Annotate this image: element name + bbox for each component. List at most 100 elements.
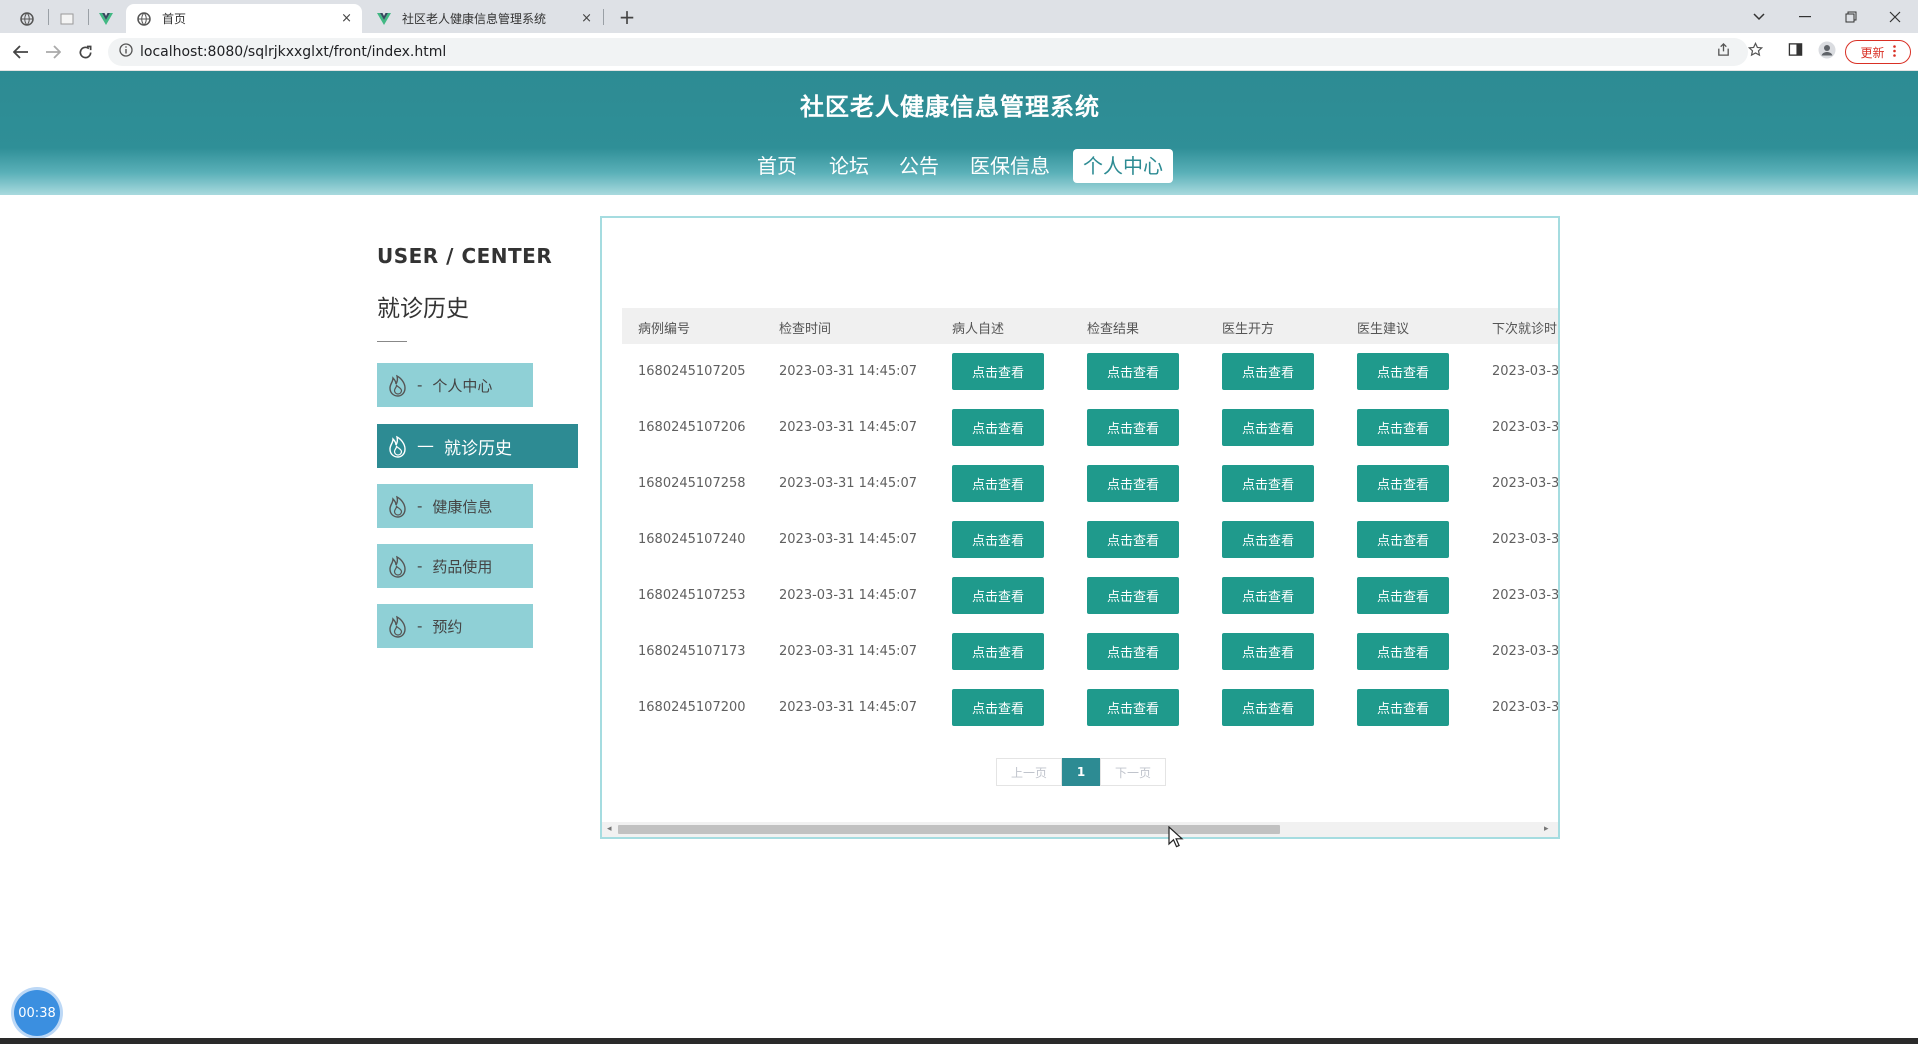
view-exam-result-button[interactable]: 点击查看 — [1087, 633, 1179, 670]
side-panel-icon[interactable] — [1788, 42, 1803, 61]
sidebar-item-health-info[interactable]: - 健康信息 — [377, 484, 533, 528]
share-icon[interactable] — [1716, 42, 1731, 61]
vue-logo-icon[interactable] — [89, 4, 123, 33]
view-patient-statement-button[interactable]: 点击查看 — [952, 465, 1044, 502]
nav-announcements[interactable]: 公告 — [894, 149, 944, 183]
sidebar-item-label: 就诊历史 — [444, 438, 512, 459]
sidebar-item-appointment[interactable]: - 预约 — [377, 604, 533, 648]
flame-icon — [389, 495, 406, 518]
view-prescription-button[interactable]: 点击查看 — [1222, 465, 1314, 502]
table-row: 1680245107258 2023-03-31 14:45:07 点击查看 点击查看… — [622, 456, 1560, 512]
column-header-exam-result: 检查结果 — [1087, 322, 1140, 337]
nav-medical-insurance[interactable]: 医保信息 — [966, 149, 1054, 183]
update-label: 更新 — [1860, 45, 1885, 60]
view-doctor-advice-button[interactable]: 点击查看 — [1357, 465, 1449, 502]
view-patient-statement-button[interactable]: 点击查看 — [952, 353, 1044, 390]
forward-arrow-icon[interactable] — [40, 39, 66, 65]
url-bar[interactable]: localhost:8080/sqlrjkxxglxt/front/index.… — [108, 38, 1748, 66]
nav-home[interactable]: 首页 — [752, 149, 802, 183]
pagination: 上一页 1 下一页 — [996, 758, 1166, 788]
globe-icon[interactable] — [10, 4, 44, 33]
reload-icon[interactable] — [72, 39, 98, 65]
scroll-right-arrow-icon[interactable]: ▸ — [1544, 824, 1549, 834]
view-exam-result-button[interactable]: 点击查看 — [1087, 689, 1179, 726]
globe-icon — [136, 11, 152, 27]
address-bar-row: localhost:8080/sqlrjkxxglxt/front/index.… — [0, 33, 1918, 71]
view-patient-statement-button[interactable]: 点击查看 — [952, 409, 1044, 446]
view-prescription-button[interactable]: 点击查看 — [1222, 409, 1314, 446]
view-prescription-button[interactable]: 点击查看 — [1222, 353, 1314, 390]
sidebar-item-medicine-usage[interactable]: - 药品使用 — [377, 544, 533, 588]
sidebar-item-personal-center[interactable]: - 个人中心 — [377, 363, 533, 407]
tab-title: 首页 — [162, 12, 187, 26]
new-tab-button[interactable]: + — [614, 4, 640, 30]
next-visit-cell: 2023-03-31 — [1492, 700, 1560, 715]
tab-home[interactable]: 首页 × — [126, 4, 362, 33]
sidebar-item-label: 药品使用 — [432, 557, 493, 576]
sidebar-item-label: 健康信息 — [432, 497, 493, 516]
view-doctor-advice-button[interactable]: 点击查看 — [1357, 689, 1449, 726]
view-exam-result-button[interactable]: 点击查看 — [1087, 521, 1179, 558]
view-patient-statement-button[interactable]: 点击查看 — [952, 633, 1044, 670]
update-button[interactable]: 更新 — [1845, 40, 1911, 64]
site-title: 社区老人健康信息管理系统 — [800, 93, 1100, 121]
profile-avatar-icon[interactable] — [1818, 41, 1836, 63]
view-doctor-advice-button[interactable]: 点击查看 — [1357, 353, 1449, 390]
next-visit-cell: 2023-03-31 — [1492, 644, 1560, 659]
view-doctor-advice-button[interactable]: 点击查看 — [1357, 409, 1449, 446]
mouse-cursor-icon — [1168, 826, 1184, 848]
table-row: 1680245107200 2023-03-31 14:45:07 点击查看 点击查看… — [622, 680, 1560, 736]
tab-title: 社区老人健康信息管理系统 — [402, 12, 547, 26]
exam-time-cell: 2023-03-31 14:45:07 — [779, 420, 918, 435]
prev-page-button[interactable]: 上一页 — [996, 758, 1062, 786]
section-title: 就诊历史 — [377, 296, 469, 322]
restore-icon[interactable] — [1828, 0, 1874, 33]
back-arrow-icon[interactable] — [8, 39, 34, 65]
view-patient-statement-button[interactable]: 点击查看 — [952, 689, 1044, 726]
horizontal-scrollbar[interactable]: ◂ ▸ — [602, 822, 1558, 837]
view-prescription-button[interactable]: 点击查看 — [1222, 577, 1314, 614]
column-header-case-id: 病例编号 — [638, 322, 691, 337]
view-prescription-button[interactable]: 点击查看 — [1222, 633, 1314, 670]
minimize-icon[interactable] — [1782, 0, 1828, 33]
nav-personal-center[interactable]: 个人中心 — [1073, 149, 1173, 183]
nav-forum[interactable]: 论坛 — [824, 149, 874, 183]
view-patient-statement-button[interactable]: 点击查看 — [952, 521, 1044, 558]
column-header-exam-time: 检查时间 — [779, 322, 832, 337]
view-doctor-advice-button[interactable]: 点击查看 — [1357, 521, 1449, 558]
tab-system[interactable]: 社区老人健康信息管理系统 × — [366, 4, 602, 33]
close-window-icon[interactable] — [1872, 0, 1918, 33]
sidebar-item-visit-history[interactable]: — 就诊历史 — [377, 424, 578, 468]
url-text[interactable]: localhost:8080/sqlrjkxxglxt/front/index.… — [140, 44, 446, 60]
view-exam-result-button[interactable]: 点击查看 — [1087, 409, 1179, 446]
view-exam-result-button[interactable]: 点击查看 — [1087, 577, 1179, 614]
site-info-icon[interactable] — [112, 43, 140, 61]
case-id-cell: 1680245107206 — [638, 420, 746, 435]
recording-timer[interactable]: 00:38 — [14, 990, 60, 1036]
view-patient-statement-button[interactable]: 点击查看 — [952, 577, 1044, 614]
item-dash: - — [417, 497, 423, 515]
view-exam-result-button[interactable]: 点击查看 — [1087, 353, 1179, 390]
tab-search-icon[interactable] — [1736, 0, 1782, 33]
close-tab-icon[interactable]: × — [581, 11, 592, 26]
next-page-button[interactable]: 下一页 — [1100, 758, 1166, 786]
close-tab-icon[interactable]: × — [341, 11, 352, 26]
view-exam-result-button[interactable]: 点击查看 — [1087, 465, 1179, 502]
bookmark-star-icon[interactable] — [1747, 41, 1764, 61]
table-row: 1680245107205 2023-03-31 14:45:07 点击查看 点击查看… — [622, 344, 1558, 400]
next-visit-cell: 2023-03-31 — [1492, 532, 1560, 547]
page-number-button[interactable]: 1 — [1062, 758, 1100, 786]
browser-tab-bar: 首页 × 社区老人健康信息管理系统 × + — [0, 0, 1918, 33]
view-doctor-advice-button[interactable]: 点击查看 — [1357, 577, 1449, 614]
table-row: 1680245107253 2023-03-31 14:45:07 点击查看 点击查看… — [622, 568, 1558, 624]
exam-time-cell: 2023-03-31 14:45:07 — [779, 588, 918, 603]
view-prescription-button[interactable]: 点击查看 — [1222, 689, 1314, 726]
scroll-left-arrow-icon[interactable]: ◂ — [607, 824, 612, 834]
next-visit-cell: 2023-03-31 — [1492, 476, 1560, 491]
view-doctor-advice-button[interactable]: 点击查看 — [1357, 633, 1449, 670]
case-id-cell: 1680245107258 — [638, 476, 746, 491]
sidebar-item-label: 个人中心 — [432, 376, 493, 395]
view-prescription-button[interactable]: 点击查看 — [1222, 521, 1314, 558]
table-row: 1680245107173 2023-03-31 14:45:07 点击查看 点击查看… — [622, 624, 1560, 680]
blank-page-icon[interactable] — [50, 4, 84, 33]
